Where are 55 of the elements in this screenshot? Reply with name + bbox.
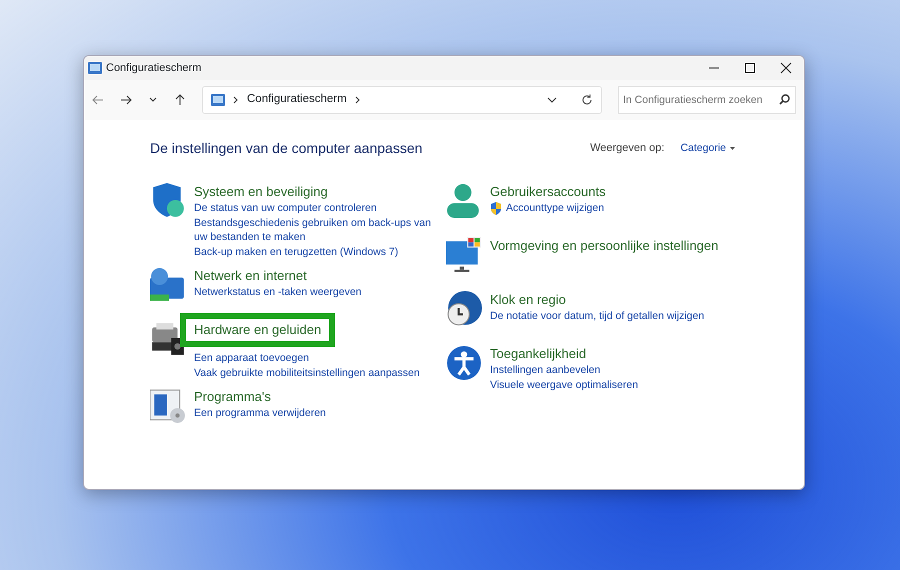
chevron-down-icon bbox=[148, 96, 158, 104]
category-link[interactable]: Systeem en beveiliging bbox=[194, 183, 328, 201]
category-link[interactable]: Netwerk en internet bbox=[194, 267, 307, 285]
category-link[interactable]: Programma's bbox=[194, 388, 271, 406]
address-bar[interactable]: Configuratiescherm bbox=[202, 86, 602, 114]
globe-clock-icon bbox=[446, 291, 482, 327]
view-by-label: Weergeven op: bbox=[590, 141, 664, 156]
refresh-icon[interactable] bbox=[581, 94, 593, 106]
breadcrumb-item[interactable]: Configuratiescherm bbox=[247, 91, 347, 109]
task-link[interactable]: Netwerkstatus en -taken weergeven bbox=[194, 285, 362, 300]
category-link[interactable]: Vormgeving en persoonlijke instellingen bbox=[490, 237, 718, 255]
task-link[interactable]: Visuele weergave optimaliseren bbox=[490, 378, 638, 392]
search-icon bbox=[779, 94, 790, 105]
task-link[interactable]: Een apparaat toevoegen bbox=[194, 351, 310, 366]
close-button[interactable] bbox=[780, 62, 792, 74]
forward-arrow-icon bbox=[120, 94, 132, 106]
category-link[interactable]: Gebruikersaccounts bbox=[490, 183, 606, 201]
uac-shield-icon bbox=[490, 202, 502, 215]
task-link[interactable]: De notatie voor datum, tijd of getallen wijzigen bbox=[490, 309, 704, 324]
category-link[interactable]: Toegankelijkheid bbox=[490, 345, 586, 363]
printer-icon bbox=[150, 321, 186, 357]
maximize-icon bbox=[744, 62, 756, 74]
monitor-icon bbox=[446, 237, 482, 273]
search-field[interactable]: In Configuratiescherm zoeken bbox=[618, 86, 796, 114]
shield-icon bbox=[150, 183, 186, 219]
back-arrow-icon bbox=[92, 94, 104, 106]
accessibility-icon bbox=[446, 345, 482, 381]
chevron-icon bbox=[233, 96, 239, 104]
task-link[interactable]: Accounttype wijzigen bbox=[506, 201, 604, 216]
network-globe-icon bbox=[150, 267, 186, 303]
task-link[interactable]: Instellingen aanbevelen bbox=[490, 363, 600, 378]
category-link[interactable]: Klok en regio bbox=[490, 291, 566, 309]
page-heading: De instellingen van de computer aanpassen bbox=[150, 139, 422, 158]
program-window-icon bbox=[150, 388, 186, 424]
task-link[interactable]: Bestandsgeschiedenis gebruiken om back-ups van uw bestanden te maken bbox=[194, 216, 444, 244]
dropdown-icon[interactable] bbox=[547, 96, 557, 104]
caret-icon bbox=[730, 146, 735, 150]
up-button[interactable] bbox=[174, 94, 186, 106]
window-title: Configuratiescherm bbox=[106, 60, 202, 76]
back-button[interactable] bbox=[92, 94, 104, 106]
chevron-icon bbox=[354, 96, 361, 104]
control-panel-icon bbox=[88, 62, 102, 74]
category-link[interactable]: Hardware en geluiden bbox=[180, 313, 336, 347]
task-link[interactable]: Vaak gebruikte mobiliteitsinstellingen aanpassen bbox=[194, 366, 420, 380]
task-link[interactable]: De status van uw computer controleren bbox=[194, 201, 377, 216]
forward-button[interactable] bbox=[120, 94, 132, 106]
control-panel-icon bbox=[211, 94, 225, 106]
user-icon bbox=[446, 183, 482, 219]
task-link[interactable]: Een programma verwijderen bbox=[194, 406, 326, 420]
close-icon bbox=[780, 62, 792, 74]
view-by-dropdown[interactable]: Categorie bbox=[680, 141, 735, 156]
up-arrow-icon bbox=[174, 94, 186, 106]
maximize-button[interactable] bbox=[744, 62, 756, 74]
task-link[interactable]: Back-up maken en terugzetten (Windows 7) bbox=[194, 244, 398, 259]
recent-locations-button[interactable] bbox=[148, 96, 158, 104]
